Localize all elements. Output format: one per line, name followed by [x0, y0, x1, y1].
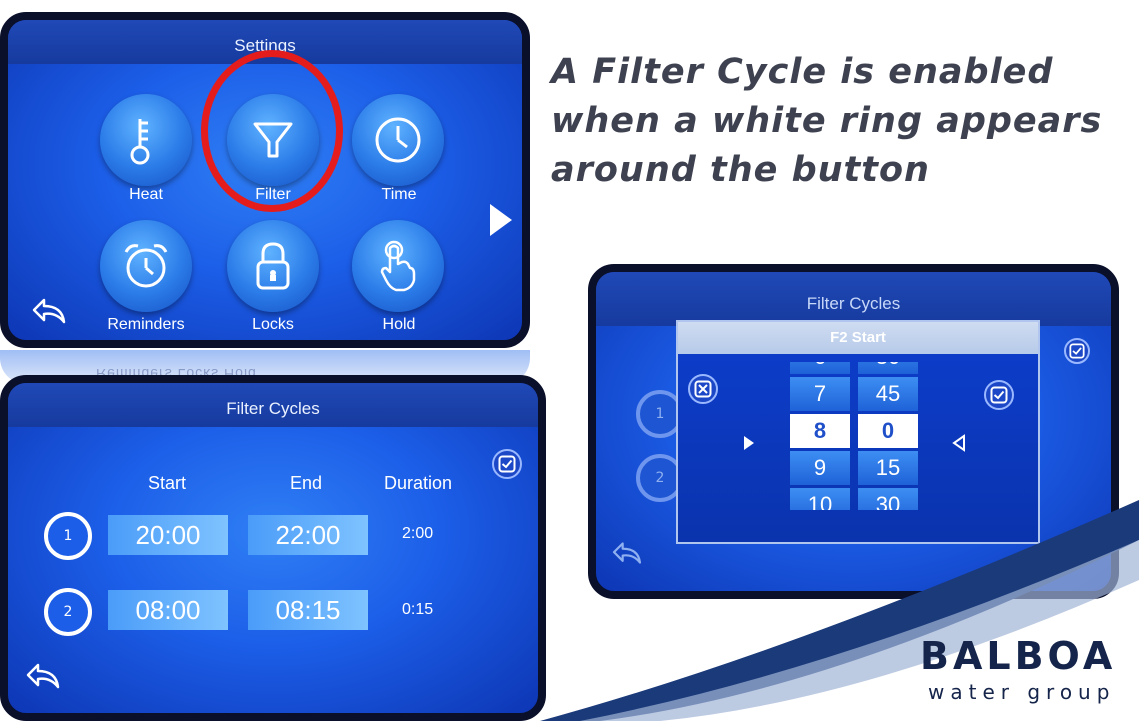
start-column-header: Start [148, 473, 187, 493]
hold-button[interactable] [352, 220, 444, 312]
confirm-button[interactable] [492, 449, 522, 479]
checkbox-icon [498, 455, 516, 473]
end-column-header: End [290, 473, 323, 493]
filter-highlight-ring [201, 50, 343, 212]
cycle-2-start-time[interactable]: 08:00 [108, 590, 228, 630]
cycle-2-end-time[interactable]: 08:15 [248, 590, 368, 630]
cycle-2-duration: 0:15 [402, 601, 434, 618]
back-arrow-icon[interactable] [24, 661, 62, 691]
balboa-logo-subtitle: water group [928, 680, 1116, 704]
clock-icon [375, 117, 421, 163]
hour-option[interactable]: 7 [790, 377, 850, 411]
next-page-arrow-icon[interactable] [490, 204, 512, 236]
thermometer-icon [130, 119, 150, 165]
locks-button[interactable] [227, 220, 319, 312]
lock-icon [256, 242, 290, 290]
balboa-logo-word: BALBOA [920, 634, 1117, 678]
f2-screen-title: Filter Cycles [596, 272, 1111, 326]
reminders-label: Reminders [107, 316, 185, 333]
hold-label: Hold [382, 316, 416, 333]
f2-outer-confirm-button[interactable] [1064, 338, 1090, 364]
checkbox-icon [990, 386, 1008, 404]
close-icon [694, 380, 712, 398]
hour-option[interactable]: 6 [790, 362, 850, 374]
caption-text: A Filter Cycle is enabled when a white r… [551, 52, 1103, 190]
time-button[interactable] [352, 94, 444, 186]
cycle-2-toggle[interactable]: 2 [44, 588, 92, 636]
f2-dialog-title: F2 Start [678, 322, 1038, 354]
filter-cycles-screen: Filter Cycles Start End Duration 1 20:00… [0, 375, 546, 721]
balboa-logo: BALBOA water group [902, 626, 1132, 716]
cycle-1-start-time[interactable]: 20:00 [108, 515, 228, 555]
minute-option[interactable]: 45 [858, 377, 918, 411]
reminders-button[interactable] [100, 220, 192, 312]
dialog-confirm-button[interactable] [984, 380, 1014, 410]
filter-cycles-title: Filter Cycles [8, 383, 538, 427]
time-label: Time [381, 186, 417, 203]
select-arrow-left-icon [952, 434, 965, 452]
duration-column-header: Duration [384, 473, 453, 493]
cycle-1-end-time[interactable]: 22:00 [248, 515, 368, 555]
cancel-button[interactable] [688, 374, 718, 404]
select-arrow-right-icon [744, 436, 754, 450]
heat-label: Heat [129, 186, 163, 203]
cycle-1-toggle[interactable]: 1 [44, 512, 92, 560]
locks-label: Locks [252, 316, 294, 333]
back-arrow-icon[interactable] [30, 296, 68, 326]
heat-button[interactable] [100, 94, 192, 186]
hand-touch-icon [380, 240, 416, 292]
minute-option[interactable]: 30 [858, 362, 918, 374]
checkbox-icon [1069, 343, 1085, 359]
hour-option-selected[interactable]: 8 [790, 414, 850, 448]
minute-option-selected[interactable]: 0 [858, 414, 918, 448]
alarm-clock-icon [124, 244, 168, 288]
cycle-1-duration: 2:00 [402, 525, 434, 542]
